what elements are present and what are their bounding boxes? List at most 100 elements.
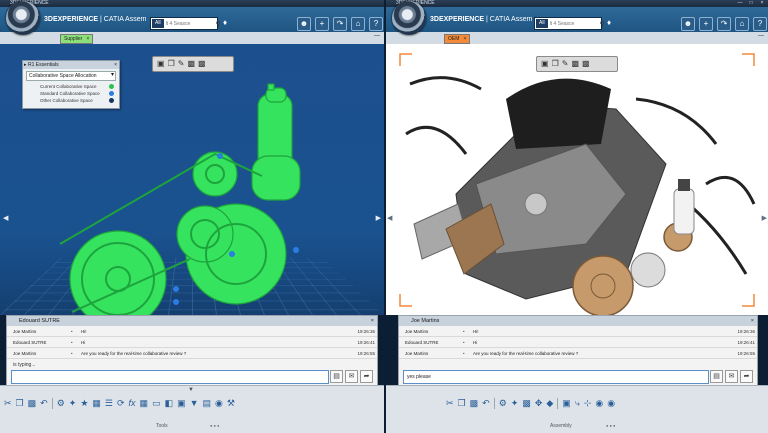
pencil-icon[interactable]: ✎ bbox=[562, 58, 569, 70]
pencil-icon[interactable]: ✎ bbox=[178, 58, 185, 70]
attach-icon[interactable]: ▤ bbox=[330, 370, 343, 383]
cut-icon[interactable]: ✂ bbox=[446, 397, 454, 409]
section-icon[interactable]: ◧ bbox=[165, 397, 174, 409]
product-icon[interactable]: ◆ bbox=[546, 397, 553, 409]
section-pager[interactable]: ● ● ● bbox=[210, 423, 219, 428]
close-icon[interactable]: × bbox=[463, 36, 466, 42]
minimize-icon[interactable]: — bbox=[758, 33, 764, 39]
chat-sender: Joe Martins bbox=[7, 347, 69, 359]
minimize-icon[interactable]: — bbox=[374, 33, 380, 39]
close-icon[interactable]: × bbox=[114, 61, 117, 69]
settings-icon[interactable]: ⚙ bbox=[57, 397, 65, 409]
constraint-icon[interactable]: ▣ bbox=[562, 397, 571, 409]
mate-icon[interactable]: ⊹ bbox=[584, 397, 592, 409]
title-bar: 3DEXPERIENCE — □ × bbox=[386, 0, 768, 7]
select-icon[interactable]: ✦ bbox=[511, 397, 519, 409]
send-icon[interactable]: ➦ bbox=[360, 370, 373, 383]
star-icon[interactable]: ★ bbox=[80, 397, 88, 409]
minimize-icon[interactable]: — bbox=[736, 0, 744, 7]
settings-icon[interactable]: ⚙ bbox=[499, 397, 507, 409]
present-icon[interactable]: ▩ bbox=[582, 58, 590, 70]
allocation-dropdown[interactable]: Collaborative Space Allocation ▾ bbox=[26, 71, 116, 81]
filter-icon[interactable]: ▼ bbox=[190, 397, 199, 409]
grid-icon[interactable]: ▦ bbox=[140, 397, 149, 409]
layer-icon[interactable]: ▤ bbox=[203, 397, 212, 409]
render-icon[interactable]: ◉ bbox=[607, 397, 615, 409]
search-input[interactable] bbox=[165, 20, 214, 27]
copy-icon[interactable]: ❐ bbox=[458, 397, 466, 409]
share-icon[interactable]: ↷ bbox=[333, 17, 347, 31]
pin-icon[interactable]: ▸ bbox=[24, 61, 27, 69]
home-icon[interactable]: ⌂ bbox=[735, 17, 749, 31]
add-icon[interactable]: + bbox=[699, 17, 713, 31]
capture-icon[interactable]: ▩ bbox=[187, 58, 195, 70]
search-scope-dropdown[interactable]: All bbox=[536, 19, 548, 28]
help-icon[interactable]: ? bbox=[369, 17, 383, 31]
add-icon[interactable]: + bbox=[315, 17, 329, 31]
camera-icon[interactable]: ▣ bbox=[541, 58, 549, 70]
cut-icon[interactable]: ✂ bbox=[4, 397, 12, 409]
axis-icon[interactable]: ⤷ bbox=[575, 397, 580, 409]
chevron-left-icon[interactable]: ◀ bbox=[3, 214, 8, 222]
chat-input[interactable]: yes please bbox=[403, 370, 709, 384]
copy-icon[interactable]: ❐ bbox=[168, 58, 175, 70]
user-icon[interactable]: ☻ bbox=[681, 17, 695, 31]
undo-icon[interactable]: ↶ bbox=[482, 397, 490, 409]
table-icon[interactable]: ▦ bbox=[92, 397, 101, 409]
refresh-icon[interactable]: ⟳ bbox=[117, 397, 125, 409]
3d-viewport[interactable]: ▣ ❐ ✎ ▩ ▩ ◀ ▶ bbox=[386, 44, 768, 315]
user-icon[interactable]: ☻ bbox=[297, 17, 311, 31]
mail-icon[interactable]: ✉ bbox=[345, 370, 358, 383]
3d-viewport[interactable]: ▣ ❐ ✎ ▩ ▩ ▸ R1 Essentials × Collaborative … bbox=[0, 44, 384, 315]
share-icon[interactable]: ↷ bbox=[717, 17, 731, 31]
send-icon[interactable]: ➦ bbox=[740, 370, 753, 383]
compass-icon[interactable] bbox=[6, 1, 40, 35]
formula-icon[interactable]: fx bbox=[129, 397, 136, 409]
render-icon[interactable]: ◉ bbox=[215, 397, 223, 409]
search-field[interactable]: All ⚲ bbox=[150, 17, 221, 30]
close-icon[interactable]: × bbox=[751, 316, 754, 326]
paste-icon[interactable]: ▩ bbox=[28, 397, 37, 409]
wrench-icon[interactable]: ⚒ bbox=[227, 397, 235, 409]
move-icon[interactable]: ✥ bbox=[535, 397, 543, 409]
chevron-down-icon[interactable]: ▼ bbox=[188, 387, 194, 393]
search-input[interactable] bbox=[549, 20, 598, 27]
camera-icon[interactable]: ▣ bbox=[157, 58, 165, 70]
close-icon[interactable]: × bbox=[371, 316, 374, 326]
chevron-left-icon[interactable]: ◀ bbox=[387, 214, 392, 222]
close-icon[interactable]: × bbox=[86, 36, 89, 42]
assembly-icon[interactable]: ▩ bbox=[522, 397, 531, 409]
capture-icon[interactable]: ▩ bbox=[571, 58, 579, 70]
search-icon[interactable]: ⚲ bbox=[600, 20, 605, 28]
measure-icon[interactable]: ▭ bbox=[152, 397, 161, 409]
tab-supplier[interactable]: Supplier × bbox=[60, 34, 94, 44]
help-icon[interactable]: ? bbox=[753, 17, 767, 31]
chat-sender: Joe Martins bbox=[7, 326, 69, 337]
search-icon[interactable]: ⚲ bbox=[216, 20, 221, 28]
select-icon[interactable]: ✦ bbox=[69, 397, 77, 409]
chevron-right-icon[interactable]: ▶ bbox=[762, 214, 767, 222]
paste-icon[interactable]: ▩ bbox=[470, 397, 479, 409]
tag-icon[interactable]: ♦ bbox=[607, 18, 611, 27]
compass-icon[interactable] bbox=[392, 1, 426, 35]
chevron-right-icon[interactable]: ▶ bbox=[376, 214, 381, 222]
tag-icon[interactable]: ♦ bbox=[223, 18, 227, 27]
tab-oem[interactable]: OEM × bbox=[444, 34, 471, 44]
attach-icon[interactable]: ▤ bbox=[710, 370, 723, 383]
mail-icon[interactable]: ✉ bbox=[725, 370, 738, 383]
chat-input[interactable] bbox=[11, 370, 329, 384]
copy-icon[interactable]: ❐ bbox=[552, 58, 559, 70]
engine-model[interactable] bbox=[386, 44, 768, 315]
close-icon[interactable]: × bbox=[758, 0, 766, 7]
search-field[interactable]: All ⚲ bbox=[534, 17, 605, 30]
view-icon[interactable]: ▣ bbox=[177, 397, 186, 409]
present-icon[interactable]: ▩ bbox=[198, 58, 206, 70]
maximize-icon[interactable]: □ bbox=[747, 0, 755, 7]
list-icon[interactable]: ☰ bbox=[105, 397, 113, 409]
undo-icon[interactable]: ↶ bbox=[40, 397, 48, 409]
home-icon[interactable]: ⌂ bbox=[351, 17, 365, 31]
search-scope-dropdown[interactable]: All bbox=[152, 19, 164, 28]
copy-icon[interactable]: ❐ bbox=[16, 397, 24, 409]
section-pager[interactable]: ● ● ● bbox=[606, 423, 615, 428]
view-icon[interactable]: ◉ bbox=[595, 397, 603, 409]
